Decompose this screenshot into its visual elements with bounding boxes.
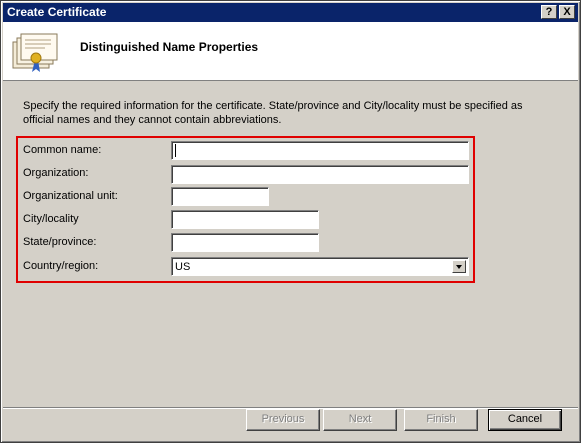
state-label: State/province: (23, 236, 97, 248)
window-title: Create Certificate (7, 5, 107, 19)
text-caret (175, 144, 176, 157)
city-field[interactable] (171, 210, 319, 229)
organizational-unit-label: Organizational unit: (23, 190, 118, 202)
organizational-unit-field[interactable] (171, 187, 269, 206)
wizard-header: Distinguished Name Properties (3, 22, 578, 81)
help-button[interactable]: ? (541, 5, 557, 19)
cancel-button[interactable]: Cancel (488, 409, 562, 431)
chevron-down-icon[interactable] (452, 260, 466, 273)
country-dropdown[interactable]: US (171, 257, 469, 276)
city-label: City/locality (23, 213, 79, 225)
finish-button[interactable]: Finish (404, 409, 478, 431)
country-label: Country/region: (23, 260, 99, 272)
organization-label: Organization: (23, 167, 89, 179)
state-field[interactable] (171, 233, 319, 252)
organization-field[interactable] (171, 165, 469, 184)
common-name-field[interactable] (171, 141, 469, 160)
next-button[interactable]: Next (323, 409, 397, 431)
certificate-icon (12, 33, 58, 72)
previous-button[interactable]: Previous (246, 409, 320, 431)
close-button[interactable]: X (559, 5, 575, 19)
title-bar[interactable]: Create Certificate ? X (3, 3, 578, 22)
country-selected-value: US (175, 261, 191, 273)
page-title: Distinguished Name Properties (80, 40, 259, 54)
common-name-label: Common name: (23, 144, 102, 156)
create-certificate-dialog: Create Certificate ? X Distinguished Nam… (0, 0, 581, 443)
instructions-text: Specify the required information for the… (23, 100, 523, 126)
